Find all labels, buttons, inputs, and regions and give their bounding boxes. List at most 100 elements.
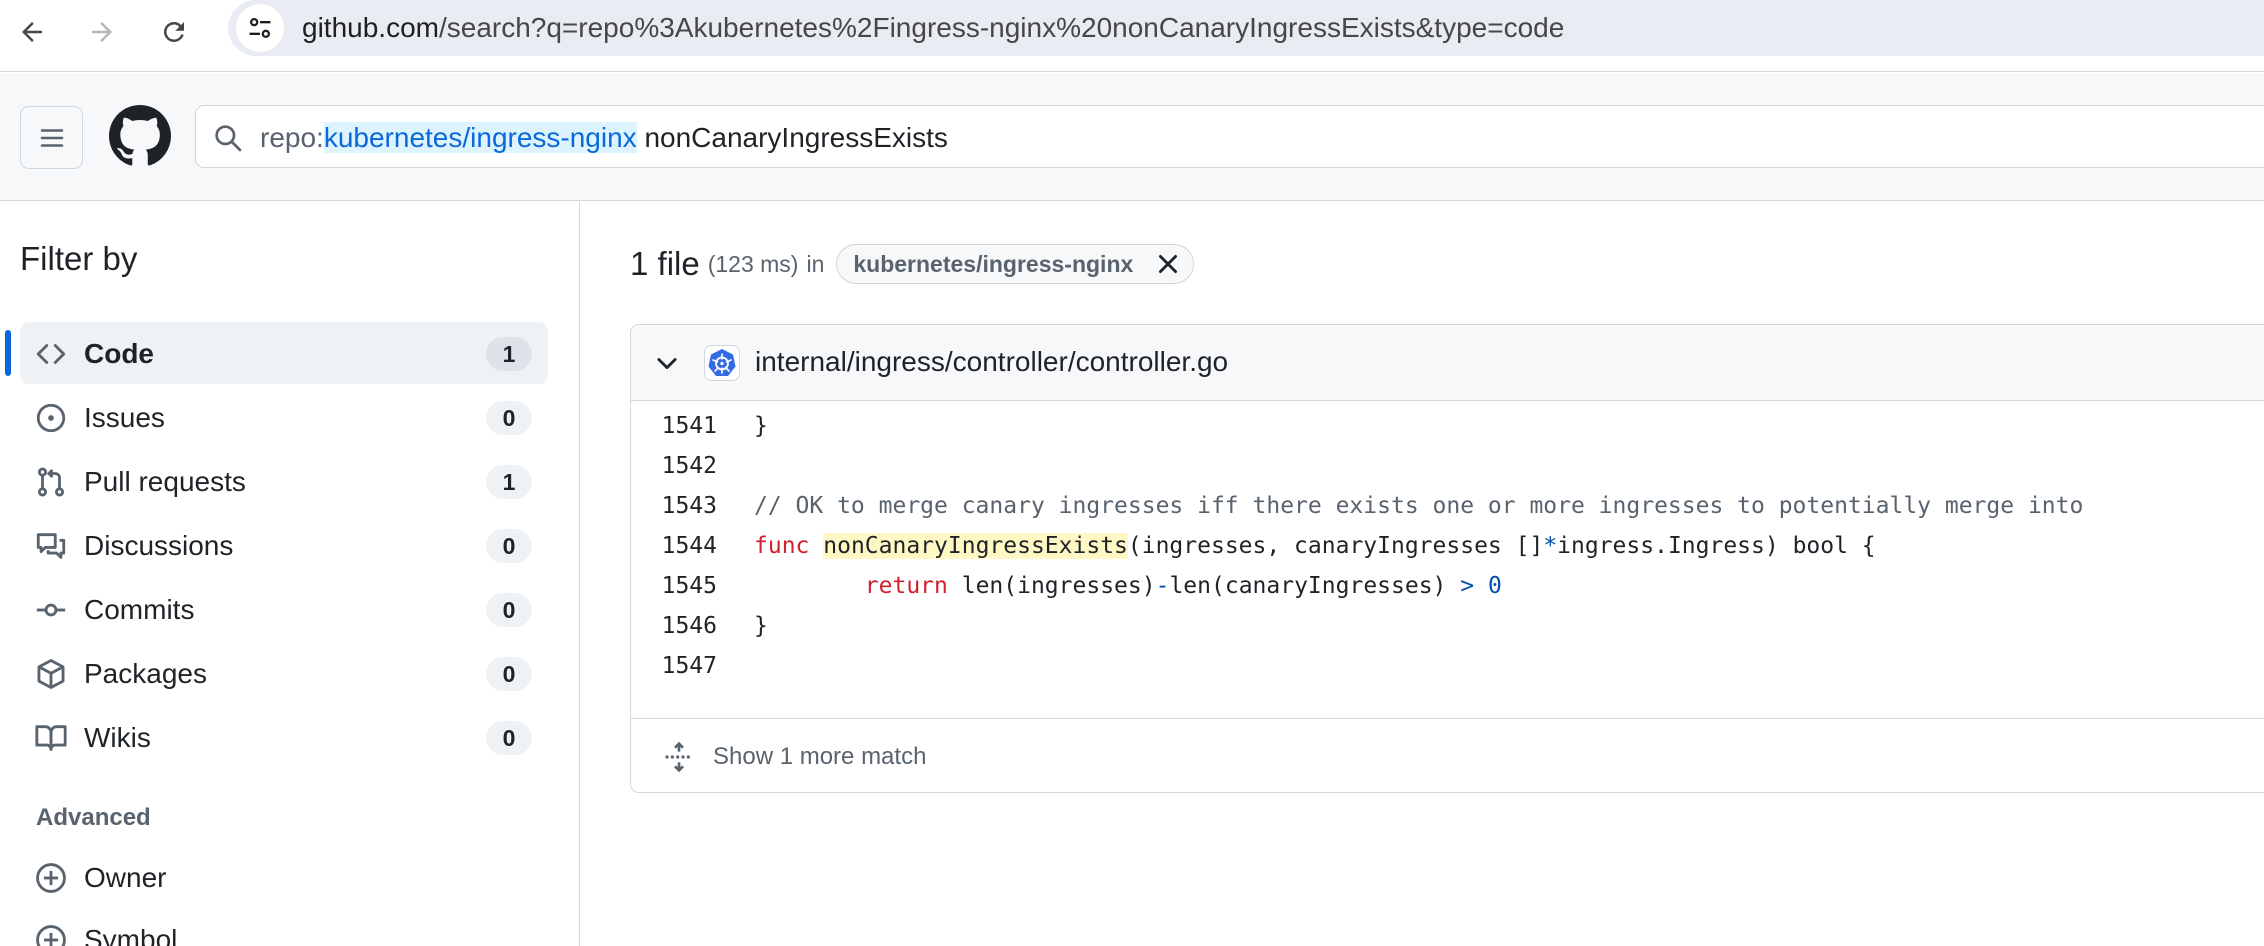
advanced-item-symbol[interactable]: Symbol <box>20 908 548 946</box>
filter-label: Wikis <box>84 722 151 753</box>
line-number: 1543 <box>661 493 717 519</box>
filter-label: Pull requests <box>84 466 246 497</box>
url-path: /search?q=repo%3Akubernetes%2Fingress-ng… <box>438 12 1565 43</box>
search-input[interactable]: repo:kubernetes/ingress-nginx nonCanaryI… <box>195 105 2264 168</box>
code-token: > <box>1460 573 1475 599</box>
code-text: } <box>754 406 768 446</box>
code-text: func nonCanaryIngressExists(ingresses, c… <box>754 526 1876 566</box>
results-summary: 1 file (123 ms) in kubernetes/ingress-ng… <box>630 244 1195 284</box>
search-term: nonCanaryIngressExists <box>636 122 948 153</box>
line-number: 1541 <box>661 413 717 439</box>
arrow-left-icon <box>22 22 42 42</box>
line-number: 1545 <box>661 573 717 599</box>
code-text: // OK to merge canary ingresses iff ther… <box>754 486 2083 526</box>
plus-circle-icon <box>36 863 66 893</box>
search-qualifier: repo: <box>260 122 324 153</box>
reload-button[interactable] <box>150 8 198 56</box>
filter-sidebar: Filter by Code 1 Issues 0 Pull requests … <box>0 202 580 946</box>
chevron-down-icon[interactable] <box>653 349 681 377</box>
code-token: len(canaryIngresses) <box>1169 573 1461 599</box>
address-bar[interactable]: github.com/search?q=repo%3Akubernetes%2F… <box>228 0 2264 56</box>
filter-item-pull-requests[interactable]: Pull requests 1 <box>20 450 548 512</box>
filter-count: 1 <box>486 337 532 371</box>
back-button[interactable] <box>8 8 56 56</box>
code-result-card: internal/ingress/controller/controller.g… <box>630 324 2264 793</box>
code-line: 1544 func nonCanaryIngressExists(ingresse… <box>631 526 2264 566</box>
repo-filter-chip: kubernetes/ingress-nginx <box>836 244 1195 284</box>
github-logo-icon[interactable] <box>109 105 171 167</box>
filter-item-issues[interactable]: Issues 0 <box>20 386 548 448</box>
code-text: } <box>754 606 768 646</box>
search-match-highlight: nonCanaryIngressExists <box>823 533 1128 559</box>
advanced-title: Advanced <box>36 804 151 831</box>
filter-item-packages[interactable]: Packages 0 <box>20 642 548 704</box>
code-token: return <box>864 573 948 599</box>
filter-count: 0 <box>486 721 532 755</box>
file-path-link[interactable]: internal/ingress/controller/controller.g… <box>755 346 1228 378</box>
kubernetes-avatar-icon <box>704 345 740 381</box>
code-token: - <box>1155 573 1170 599</box>
active-indicator <box>5 330 11 376</box>
advanced-item-owner[interactable]: Owner <box>20 846 548 908</box>
filter-label: Code <box>84 338 154 369</box>
code-token: func <box>754 533 810 559</box>
code-token: (ingresses, canaryIngresses [] <box>1127 533 1544 559</box>
filter-count: 0 <box>486 401 532 435</box>
code-token: // OK to merge canary ingresses iff ther… <box>754 493 2084 519</box>
filter-item-discussions[interactable]: Discussions 0 <box>20 514 548 576</box>
arrow-right-icon <box>92 22 112 42</box>
reload-icon <box>164 21 184 42</box>
filter-count: 0 <box>486 529 532 563</box>
code-token: } <box>754 613 768 639</box>
line-number: 1546 <box>661 613 717 639</box>
pull-request-icon <box>37 467 65 497</box>
book-icon <box>35 725 67 751</box>
code-line: 1545 return len(ingresses)-len(canaryIng… <box>631 566 2264 606</box>
line-number: 1542 <box>661 453 717 479</box>
result-card-footer: Show 1 more match <box>631 718 2264 792</box>
code-token: * <box>1543 533 1558 559</box>
unfold-icon <box>665 741 690 773</box>
package-icon <box>37 659 65 689</box>
filter-label: Packages <box>84 658 207 689</box>
url-host: github.com <box>302 12 439 43</box>
issue-icon <box>36 403 66 433</box>
code-token: len(ingresses) <box>947 573 1156 599</box>
github-header: repo:kubernetes/ingress-nginx nonCanaryI… <box>0 73 2264 201</box>
advanced-label: Owner <box>84 862 167 893</box>
site-settings-button[interactable] <box>236 4 284 52</box>
filter-item-wikis[interactable]: Wikis 0 <box>20 706 548 768</box>
browser-toolbar: github.com/search?q=repo%3Akubernetes%2F… <box>0 0 2264 72</box>
search-repo-value: kubernetes/ingress-nginx <box>323 122 637 153</box>
code-line: 1546} <box>631 606 2264 646</box>
close-icon[interactable] <box>1155 251 1181 277</box>
code-icon <box>36 344 66 364</box>
filter-title: Filter by <box>20 240 138 277</box>
filter-label: Discussions <box>84 530 234 561</box>
code-line: 1543 // OK to merge canary ingresses iff … <box>631 486 2264 526</box>
advanced-label: Symbol <box>84 924 178 946</box>
show-more-match-button[interactable]: Show 1 more match <box>713 743 926 771</box>
filter-label: Commits <box>84 594 195 625</box>
filter-item-commits[interactable]: Commits 0 <box>20 578 548 640</box>
filter-count: 0 <box>486 657 532 691</box>
code-token: ingress.Ingress) bool { <box>1557 533 1876 559</box>
line-number: 1544 <box>661 533 717 559</box>
hamburger-icon <box>40 128 63 147</box>
tune-icon <box>249 17 271 39</box>
forward-button[interactable] <box>78 8 126 56</box>
search-icon <box>215 125 242 152</box>
code-line: 1547 <box>631 646 2264 686</box>
filter-count: 1 <box>486 465 532 499</box>
search-query[interactable]: repo:kubernetes/ingress-nginx nonCanaryI… <box>260 122 948 154</box>
url-text[interactable]: github.com/search?q=repo%3Akubernetes%2F… <box>302 12 1564 44</box>
result-card-header: internal/ingress/controller/controller.g… <box>631 325 2264 401</box>
result-count: 1 file <box>630 245 700 282</box>
code-snippet: 1541} 1542 1543 // OK to merge canary ingre… <box>631 402 2264 718</box>
filter-item-code[interactable]: Code 1 <box>5 322 548 384</box>
result-in-label: in <box>806 250 825 277</box>
code-text: return len(ingresses)-len(canaryIngresse… <box>754 566 1502 606</box>
global-menu-button[interactable] <box>20 106 83 169</box>
